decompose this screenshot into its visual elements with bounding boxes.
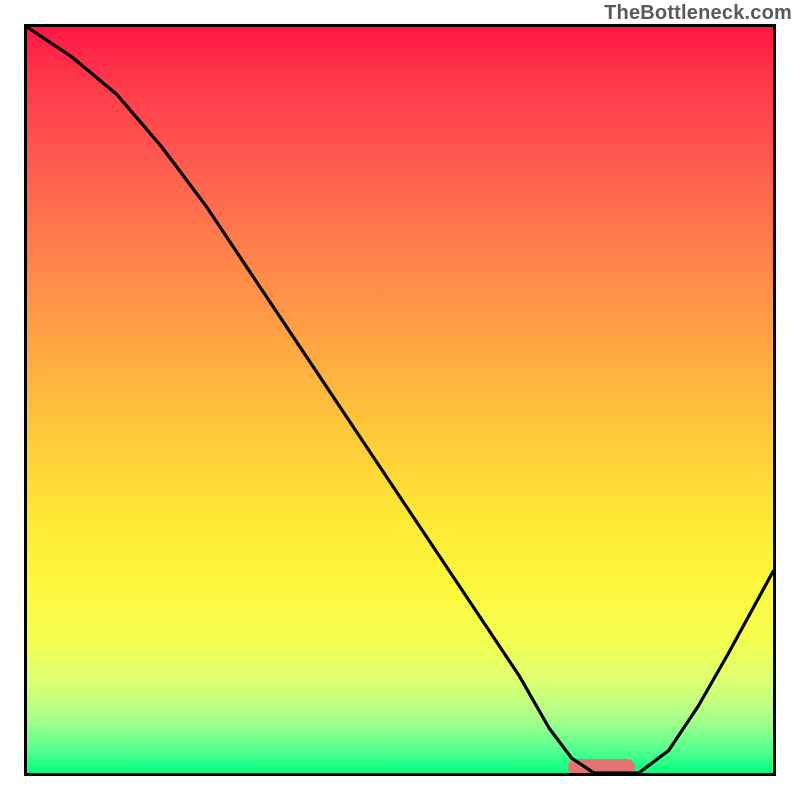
chart-container: TheBottleneck.com [0,0,800,800]
watermark-text: TheBottleneck.com [604,2,792,25]
plot-area [24,24,776,776]
bottleneck-curve-svg [27,27,773,773]
bottleneck-curve [27,27,773,773]
